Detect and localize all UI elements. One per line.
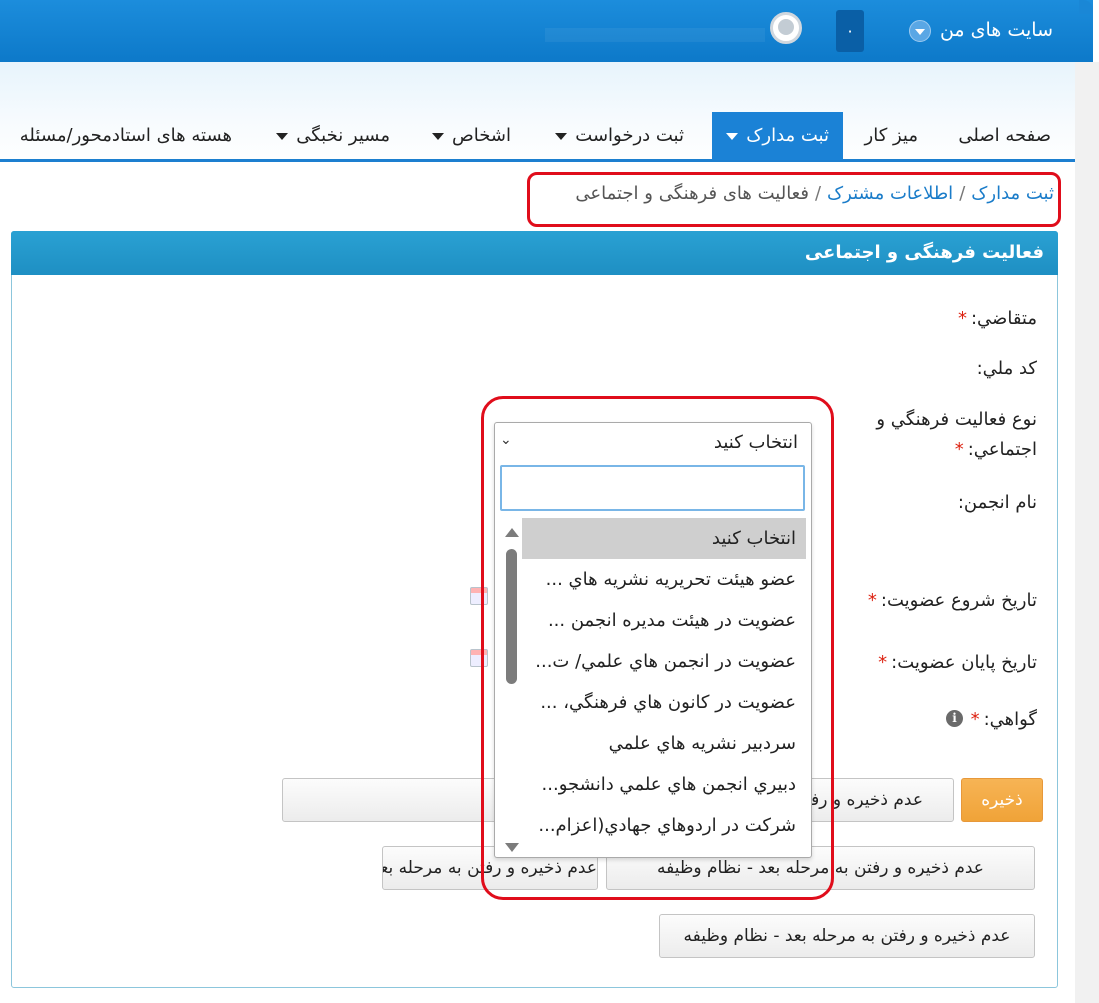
- info-icon[interactable]: i: [946, 710, 963, 727]
- tab-register-request-label: ثبت درخواست: [575, 125, 684, 146]
- tab-register-documents-label: ثبت مدارک: [746, 125, 829, 146]
- association-name-label-text: نام انجمن:: [957, 492, 1037, 513]
- end-date-label-text: تاريخ پايان عضويت:: [891, 652, 1037, 673]
- required-mark: *: [954, 439, 964, 460]
- tab-persons-label: اشخاص: [452, 125, 511, 146]
- certificate-label: گواهي:*: [971, 709, 1037, 730]
- tab-core-groups[interactable]: هسته های استادمحور/مسئله: [20, 112, 232, 160]
- association-name-label: نام انجمن:: [958, 492, 1037, 513]
- tab-elite-path[interactable]: مسیر نخبگی: [276, 112, 390, 160]
- certificate-label-text: گواهي:: [983, 709, 1037, 730]
- breadcrumb-register-documents[interactable]: ثبت مدارک: [971, 183, 1054, 204]
- applicant-label: متقاضي:*: [958, 308, 1037, 329]
- start-date-label: تاريخ شروع عضويت:*: [868, 590, 1037, 611]
- caret-down-icon: [726, 132, 739, 140]
- page-scrollbar[interactable]: [1075, 62, 1099, 1003]
- tab-home[interactable]: صفحه اصلی: [958, 112, 1051, 160]
- breadcrumb: ثبت مدارک/اطلاعات مشترک/فعالیت های فرهنگ…: [575, 183, 1054, 204]
- breadcrumb-shared-info[interactable]: اطلاعات مشترک: [827, 183, 953, 204]
- start-date-label-text: تاريخ شروع عضويت:: [880, 590, 1037, 611]
- activity-type-label-line1: نوع فعاليت فرهنگي و: [876, 409, 1037, 430]
- tab-elite-path-label: مسیر نخبگی: [296, 125, 390, 146]
- save-button[interactable]: ذخيره: [961, 778, 1043, 822]
- activity-type-label: نوع فعاليت فرهنگي و اجتماعي:*: [876, 405, 1037, 465]
- top-bar-search-area: [545, 28, 765, 42]
- tab-register-request[interactable]: ثبت درخواست: [555, 112, 684, 160]
- avatar[interactable]: [770, 12, 802, 44]
- tab-persons[interactable]: اشخاص: [432, 112, 511, 160]
- tab-dashboard[interactable]: میز کار: [865, 112, 918, 160]
- page: سایت های من ۰ صفحه اصلی میز کار ثبت مدار…: [0, 0, 1099, 1003]
- tab-home-label: صفحه اصلی: [958, 125, 1051, 146]
- notification-badge[interactable]: ۰: [836, 10, 864, 52]
- panel-title: فعالیت فرهنگی و اجتماعی: [11, 231, 1058, 275]
- required-mark: *: [970, 709, 980, 730]
- applicant-label-text: متقاضي:: [970, 308, 1037, 329]
- next-step-service-button[interactable]: عدم ذخيره و رفتن به مرحله بعد - نظام وظي…: [659, 914, 1035, 958]
- activity-type-label-line2: اجتماعي:: [967, 439, 1037, 460]
- tab-register-documents[interactable]: ثبت مدارک: [712, 112, 843, 160]
- required-mark: *: [878, 652, 888, 673]
- tab-core-groups-label: هسته های استادمحور/مسئله: [19, 125, 232, 146]
- chevron-down-icon[interactable]: [909, 20, 931, 42]
- breadcrumb-current: فعالیت های فرهنگی و اجتماعی: [575, 183, 809, 204]
- end-date-label: تاريخ پايان عضويت:*: [878, 652, 1037, 673]
- national-code-label: کد ملي:: [977, 358, 1037, 379]
- caret-down-icon: [276, 132, 289, 140]
- caret-down-icon: [555, 132, 568, 140]
- required-mark: *: [867, 590, 877, 611]
- tab-dashboard-label: میز کار: [864, 125, 918, 146]
- caret-down-icon: [432, 132, 445, 140]
- breadcrumb-separator: /: [814, 183, 822, 204]
- national-code-label-text: کد ملي:: [976, 358, 1037, 379]
- breadcrumb-separator: /: [959, 183, 966, 204]
- required-mark: *: [957, 308, 967, 329]
- my-sites-menu[interactable]: سایت های من: [940, 19, 1053, 41]
- dropdown-highlight: [481, 396, 834, 900]
